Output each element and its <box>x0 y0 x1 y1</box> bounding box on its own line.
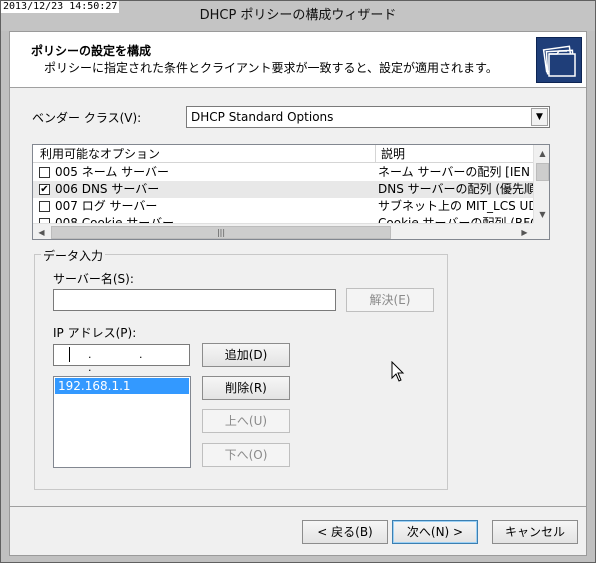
option-description: DNS サーバーの配列 (優先順) <box>378 182 533 196</box>
scroll-left-icon[interactable]: ◀ <box>33 224 50 239</box>
wizard-client-area: ポリシーの設定を構成 ポリシーに指定された条件とクライアント要求が一致すると、設… <box>9 31 587 556</box>
next-button[interactable]: 次へ(N) > <box>392 520 478 544</box>
horizontal-scroll-thumb[interactable]: ||| <box>51 226 391 239</box>
ip-list-item[interactable]: 192.168.1.1 <box>55 378 189 394</box>
move-down-button[interactable]: 下へ(O) <box>202 443 290 467</box>
screenshot-timestamp: 2013/12/23 14:50:27 <box>1 1 120 13</box>
scroll-down-icon[interactable]: ▼ <box>534 206 549 223</box>
wizard-window: DHCP ポリシーの構成ウィザード 2013/12/23 14:50:27 ポリ… <box>0 0 596 563</box>
add-button[interactable]: 追加(D) <box>202 343 290 367</box>
data-entry-group-title: データ入力 <box>41 247 106 264</box>
option-checkbox[interactable] <box>39 167 50 178</box>
ip-address-dots: . . . <box>88 348 165 374</box>
column-header-options[interactable]: 利用可能なオプション <box>33 145 376 163</box>
options-listview[interactable]: 利用可能なオプション 説明 005 ネーム サーバー ネーム サーバーの配列 [… <box>32 144 550 240</box>
mouse-cursor-icon <box>391 361 405 382</box>
option-checkbox[interactable] <box>39 201 50 212</box>
ip-address-label: IP アドレス(P): <box>53 326 137 340</box>
folders-icon <box>536 37 582 83</box>
option-name: 007 ログ サーバー <box>55 199 158 213</box>
chevron-down-icon[interactable]: ▼ <box>531 108 548 126</box>
move-up-button[interactable]: 上へ(U) <box>202 409 290 433</box>
remove-button[interactable]: 削除(R) <box>202 376 290 400</box>
options-horizontal-scrollbar[interactable]: ◀ ||| ▶ <box>33 223 533 239</box>
option-row-006[interactable]: ✔ 006 DNS サーバー DNS サーバーの配列 (優先順) <box>33 181 533 198</box>
ip-address-listbox[interactable]: 192.168.1.1 <box>53 376 191 468</box>
vendor-class-label: ベンダー クラス(V): <box>32 111 142 125</box>
wizard-header: ポリシーの設定を構成 ポリシーに指定された条件とクライアント要求が一致すると、設… <box>10 32 586 88</box>
cancel-button[interactable]: キャンセル <box>492 520 578 544</box>
resolve-button[interactable]: 解決(E) <box>346 288 434 312</box>
option-name: 005 ネーム サーバー <box>55 165 170 179</box>
vertical-scroll-thumb[interactable] <box>536 163 549 181</box>
option-description: ネーム サーバーの配列 [IEN 11 <box>378 165 533 179</box>
ip-address-input[interactable]: . . . <box>53 344 190 374</box>
option-name: 006 DNS サーバー <box>55 182 160 196</box>
option-row-005[interactable]: 005 ネーム サーバー ネーム サーバーの配列 [IEN 11 <box>33 164 533 181</box>
scroll-right-icon[interactable]: ▶ <box>516 224 533 239</box>
header-subtitle: ポリシーに指定された条件とクライアント要求が一致すると、設定が適用されます。 <box>44 61 498 75</box>
server-name-label: サーバー名(S): <box>53 272 134 286</box>
option-checkbox-checked[interactable]: ✔ <box>39 184 50 195</box>
options-vertical-scrollbar[interactable]: ▲ ▼ <box>533 145 549 223</box>
window-title: DHCP ポリシーの構成ウィザード <box>199 8 397 23</box>
text-caret <box>69 347 70 362</box>
column-header-description[interactable]: 説明 <box>377 145 533 163</box>
option-row-007[interactable]: 007 ログ サーバー サブネット上の MIT_LCS UDP <box>33 198 533 215</box>
vendor-class-combobox[interactable]: DHCP Standard Options ▼ <box>186 106 550 128</box>
scroll-up-icon[interactable]: ▲ <box>534 145 549 162</box>
scrollbar-corner <box>533 223 549 239</box>
server-name-input[interactable] <box>53 289 336 311</box>
vendor-class-value: DHCP Standard Options <box>191 110 334 124</box>
options-list-header: 利用可能なオプション 説明 <box>33 145 533 163</box>
header-title: ポリシーの設定を構成 <box>31 44 152 58</box>
back-button[interactable]: < 戻る(B) <box>302 520 388 544</box>
footer-divider <box>10 506 586 507</box>
option-description: サブネット上の MIT_LCS UDP <box>378 199 533 213</box>
